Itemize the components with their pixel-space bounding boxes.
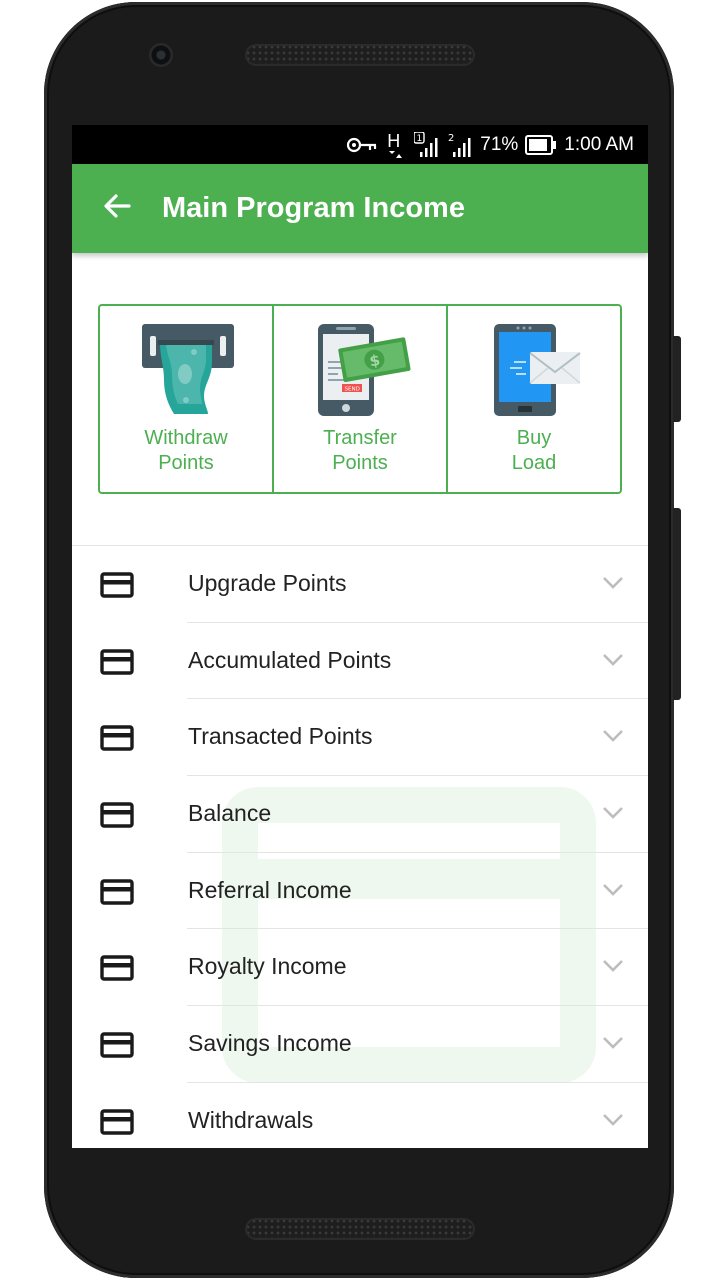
- svg-text:SEND: SEND: [345, 387, 360, 393]
- income-menu-list: Upgrade Points Accumulated Points Transa…: [72, 545, 648, 1148]
- menu-item-label: Referral Income: [188, 876, 352, 903]
- battery-icon: [525, 134, 557, 155]
- withdraw-points-label: Withdraw Points: [144, 427, 228, 474]
- credit-card-icon: [100, 1109, 134, 1140]
- chevron-down-icon[interactable]: [602, 1036, 624, 1055]
- battery-percent: 71%: [480, 133, 519, 155]
- menu-item-balance[interactable]: Balance: [72, 776, 648, 853]
- menu-item-transacted-points[interactable]: Transacted Points: [72, 699, 648, 777]
- buy-load-label: Buy Load: [511, 427, 557, 474]
- status-bar: H 1 2 71% 1:00 AM: [72, 125, 648, 164]
- menu-item-label: Transacted Points: [188, 723, 373, 750]
- credit-card-icon: [100, 1032, 134, 1063]
- chevron-down-icon[interactable]: [602, 1113, 624, 1132]
- chevron-down-icon[interactable]: [602, 729, 624, 748]
- signal-sim1-icon: 1: [414, 131, 440, 158]
- atm-cash-icon: [131, 320, 241, 420]
- signal-sim2-icon: 2: [447, 132, 473, 158]
- transfer-points-button[interactable]: SEND $ Transfer Points: [272, 306, 446, 492]
- withdraw-points-button[interactable]: Withdraw Points: [100, 306, 272, 492]
- menu-item-label: Upgrade Points: [188, 570, 347, 596]
- clock: 1:00 AM: [564, 133, 634, 155]
- phone-mail-icon: [479, 320, 589, 420]
- back-button[interactable]: [72, 164, 162, 253]
- chevron-down-icon[interactable]: [602, 883, 624, 902]
- chevron-down-icon[interactable]: [602, 653, 624, 672]
- credit-card-icon: [100, 648, 134, 680]
- front-camera: [149, 43, 173, 67]
- page-title: Main Program Income: [162, 192, 465, 224]
- menu-item-referral-income[interactable]: Referral Income: [72, 853, 648, 930]
- credit-card-icon: [100, 802, 134, 833]
- screen: H 1 2 71% 1:00 AM Main Program Income Wi…: [72, 125, 648, 1148]
- buy-load-button[interactable]: Buy Load: [446, 306, 620, 492]
- quick-actions: Withdraw Points SEND $ Transfer Points B…: [98, 304, 622, 494]
- network-type: H: [387, 130, 401, 151]
- arrow-back-icon: [102, 191, 132, 226]
- menu-item-royalty-income[interactable]: Royalty Income: [72, 929, 648, 1007]
- volume-button: [673, 508, 681, 700]
- credit-card-icon: [100, 725, 134, 756]
- chevron-down-icon[interactable]: [602, 959, 624, 978]
- credit-card-icon: [100, 955, 134, 986]
- menu-item-upgrade-points[interactable]: Upgrade Points: [72, 546, 648, 623]
- app-bar: Main Program Income: [72, 164, 648, 253]
- phone-money-icon: SEND $: [305, 320, 415, 420]
- svg-text:2: 2: [448, 133, 454, 144]
- svg-text:1: 1: [417, 134, 423, 144]
- transfer-points-label: Transfer Points: [323, 427, 397, 474]
- menu-item-label: Royalty Income: [188, 953, 347, 980]
- menu-item-withdrawals[interactable]: Withdrawals: [72, 1083, 648, 1148]
- menu-item-label: Savings Income: [188, 1030, 352, 1057]
- credit-card-icon: [100, 879, 134, 910]
- chevron-down-icon[interactable]: [602, 806, 624, 825]
- menu-item-label: Balance: [188, 800, 272, 827]
- power-button: [673, 336, 681, 422]
- menu-item-accumulated-points[interactable]: Accumulated Points: [72, 623, 648, 700]
- vpn-key-icon: [346, 137, 378, 153]
- credit-card-icon: [100, 572, 134, 603]
- chevron-down-icon[interactable]: [602, 576, 624, 595]
- menu-item-savings-income[interactable]: Savings Income: [72, 1006, 648, 1083]
- earpiece-speaker: [245, 44, 475, 66]
- menu-item-label: Withdrawals: [188, 1106, 314, 1133]
- data-activity-icon: H: [385, 130, 407, 158]
- menu-item-label: Accumulated Points: [188, 646, 392, 673]
- bottom-speaker: [245, 1218, 475, 1240]
